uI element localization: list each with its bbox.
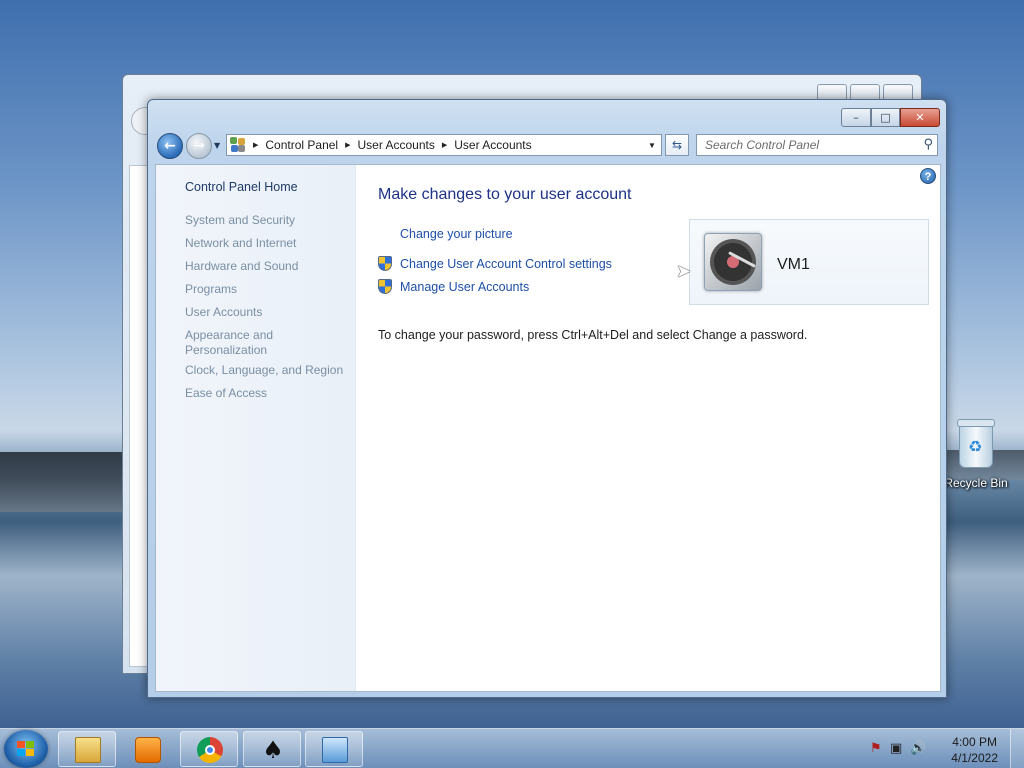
back-arrow-icon: ← bbox=[164, 138, 176, 154]
recycle-bin[interactable]: Recycle Bin bbox=[944, 419, 1008, 490]
password-info-text: To change your password, press Ctrl+Alt+… bbox=[378, 328, 808, 342]
refresh-icon: ⇆ bbox=[671, 138, 683, 152]
media-player-icon bbox=[135, 737, 161, 763]
search-input[interactable] bbox=[697, 135, 907, 155]
mouse-cursor-icon: ➤ bbox=[676, 261, 692, 282]
recycle-bin-label: Recycle Bin bbox=[944, 476, 1008, 490]
control-panel-home-link[interactable]: Control Panel Home bbox=[185, 180, 298, 194]
content-area: Control Panel Home System and Security N… bbox=[155, 164, 941, 692]
sidebar-item-hardware-and-sound[interactable]: Hardware and Sound bbox=[185, 259, 350, 274]
show-desktop-button[interactable] bbox=[1010, 729, 1024, 768]
desktop-rocks bbox=[0, 452, 125, 512]
sidebar-item-appearance[interactable]: Appearance and Personalization bbox=[185, 328, 295, 358]
spade-card-icon: ♠ bbox=[262, 736, 284, 764]
clock[interactable]: 4:00 PM 4/1/2022 bbox=[951, 734, 998, 766]
breadcrumb-user-accounts-current[interactable]: User Accounts bbox=[454, 138, 531, 152]
address-bar[interactable]: ▶ Control Panel ▶ User Accounts ▶ User A… bbox=[226, 134, 662, 156]
clock-time: 4:00 PM bbox=[952, 735, 997, 749]
control-panel-icon bbox=[322, 737, 348, 763]
breadcrumb-control-panel[interactable]: Control Panel bbox=[265, 138, 338, 152]
taskbar-media-player[interactable] bbox=[120, 731, 176, 767]
recycle-bin-icon bbox=[957, 419, 995, 468]
forward-button[interactable]: → bbox=[186, 133, 212, 159]
breadcrumb-user-accounts[interactable]: User Accounts bbox=[358, 138, 435, 152]
maximize-button[interactable]: □ bbox=[871, 108, 900, 127]
close-button[interactable]: ✕ bbox=[900, 108, 940, 127]
minimize-button[interactable]: – bbox=[841, 108, 871, 127]
change-picture-link[interactable]: Change your picture bbox=[400, 227, 513, 241]
manage-accounts-link[interactable]: Manage User Accounts bbox=[378, 279, 529, 294]
system-tray: ⚑ ▣ 🔊 4:00 PM 4/1/2022 bbox=[864, 729, 1024, 768]
breadcrumb-separator-icon[interactable]: ▶ bbox=[345, 141, 350, 149]
sidebar-item-clock-language-region[interactable]: Clock, Language, and Region bbox=[185, 363, 350, 378]
clock-date: 4/1/2022 bbox=[951, 751, 998, 765]
breadcrumb-separator-icon[interactable]: ▶ bbox=[253, 141, 258, 149]
uac-settings-link[interactable]: Change User Account Control settings bbox=[378, 256, 612, 271]
action-center-flag-icon[interactable]: ⚑ bbox=[870, 741, 882, 756]
chrome-icon bbox=[197, 737, 223, 763]
taskbar-explorer[interactable] bbox=[58, 731, 116, 767]
avatar[interactable] bbox=[704, 233, 762, 291]
uac-shield-icon bbox=[378, 256, 392, 271]
help-icon[interactable]: ? bbox=[920, 168, 936, 184]
account-name: VM1 bbox=[777, 256, 810, 273]
back-button[interactable]: ← bbox=[157, 133, 183, 159]
page-title: Make changes to your user account bbox=[378, 186, 632, 203]
search-box[interactable]: ⚲ bbox=[696, 134, 938, 156]
recent-pages-dropdown[interactable]: ▼ bbox=[214, 141, 220, 150]
windows-logo-icon bbox=[17, 741, 35, 757]
network-icon[interactable]: ▣ bbox=[890, 741, 902, 756]
manage-accounts-label: Manage User Accounts bbox=[400, 279, 530, 294]
search-icon[interactable]: ⚲ bbox=[923, 137, 933, 152]
main-pane: ? Make changes to your user account Chan… bbox=[356, 165, 940, 691]
breadcrumb: Control Panel ▶ User Accounts ▶ User Acc… bbox=[265, 138, 531, 152]
sidebar-item-user-accounts[interactable]: User Accounts bbox=[185, 305, 350, 320]
sidebar-item-ease-of-access[interactable]: Ease of Access bbox=[185, 386, 350, 401]
address-dropdown-icon[interactable]: ▼ bbox=[643, 141, 661, 150]
uac-settings-label: Change User Account Control settings bbox=[400, 256, 612, 271]
sidebar-item-programs[interactable]: Programs bbox=[185, 282, 350, 297]
uac-shield-icon bbox=[378, 279, 392, 294]
volume-icon[interactable]: 🔊 bbox=[910, 741, 926, 756]
folder-icon bbox=[75, 737, 101, 763]
change-picture-label: Change your picture bbox=[400, 227, 513, 241]
control-panel-icon bbox=[230, 137, 246, 153]
sidebar-item-system-and-security[interactable]: System and Security bbox=[185, 213, 350, 228]
forward-arrow-icon: → bbox=[193, 138, 205, 154]
control-panel-window[interactable]: – □ ✕ ← → ▼ ▶ Control Panel ▶ User Accou… bbox=[147, 99, 947, 698]
taskbar-control-panel[interactable] bbox=[305, 731, 363, 767]
taskbar-solitaire[interactable]: ♠ bbox=[243, 731, 301, 767]
breadcrumb-separator-icon[interactable]: ▶ bbox=[442, 141, 447, 149]
sidebar-item-network-and-internet[interactable]: Network and Internet bbox=[185, 236, 350, 251]
taskbar: ♠ ⚑ ▣ 🔊 4:00 PM 4/1/2022 bbox=[0, 728, 1024, 768]
start-button[interactable] bbox=[4, 730, 48, 768]
taskbar-chrome[interactable] bbox=[180, 731, 238, 767]
navigation-pane: Control Panel Home System and Security N… bbox=[156, 165, 356, 691]
account-card: VM1 bbox=[689, 219, 929, 305]
refresh-button[interactable]: ⇆ bbox=[665, 134, 689, 156]
